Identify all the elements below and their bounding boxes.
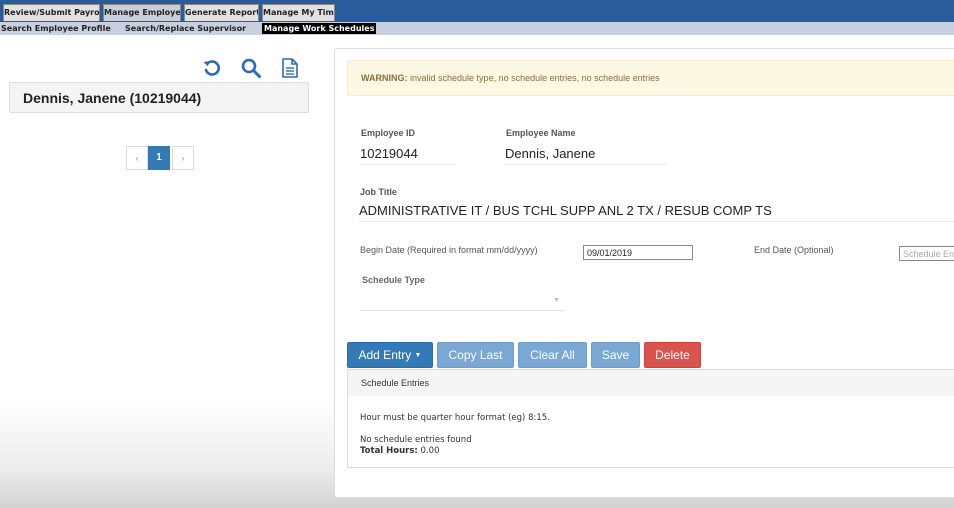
employee-name-value: Dennis, Janene xyxy=(505,146,667,165)
clear-all-button[interactable]: Clear All xyxy=(518,342,587,368)
schedule-type-label: Schedule Type xyxy=(362,275,425,285)
schedule-type-select[interactable]: ▼ xyxy=(360,292,565,311)
sub-nav-bar: Search Employee Profile Search/Replace S… xyxy=(0,22,954,35)
warning-message: invalid schedule type, no schedule entri… xyxy=(410,73,660,83)
schedule-entries-header: Schedule Entries xyxy=(347,369,954,397)
job-title-label: Job Title xyxy=(360,187,397,197)
quarter-hour-hint: Hour must be quarter hour format (eg) 8:… xyxy=(360,413,550,423)
sub-link-manage-work-schedules[interactable]: Manage Work Schedules xyxy=(262,23,377,34)
begin-date-input[interactable] xyxy=(583,245,693,260)
end-date-input[interactable] xyxy=(899,246,954,261)
end-date-label: End Date (Optional) xyxy=(754,245,834,255)
tab-manage-my-time[interactable]: Manage My Time xyxy=(262,4,335,21)
employee-card[interactable]: Dennis, Janene (10219044) xyxy=(9,82,309,113)
pagination-next-button[interactable]: › xyxy=(172,146,194,170)
search-icon[interactable] xyxy=(240,57,262,79)
tab-manage-employee[interactable]: Manage Employee xyxy=(103,4,181,21)
refresh-icon[interactable] xyxy=(201,57,223,79)
no-entries-message: No schedule entries found xyxy=(360,435,472,445)
employee-name-label: Employee Name xyxy=(506,128,576,138)
employee-id-value: 10219044 xyxy=(360,146,456,165)
tab-review-submit-payroll[interactable]: Review/Submit Payroll xyxy=(3,4,100,21)
total-hours-value: 0.00 xyxy=(420,446,440,456)
sub-link-search-replace-supervisor[interactable]: Search/Replace Supervisor xyxy=(125,23,246,34)
warning-alert: WARNING: invalid schedule type, no sched… xyxy=(347,60,954,96)
employee-id-label: Employee ID xyxy=(361,128,416,138)
job-title-value: ADMINISTRATIVE IT / BUS TCHL SUPP ANL 2 … xyxy=(359,203,954,222)
schedule-entries-body xyxy=(347,396,954,468)
add-entry-button[interactable]: Add Entry ▼ xyxy=(347,342,433,368)
delete-button[interactable]: Delete xyxy=(644,342,701,368)
chevron-down-icon: ▼ xyxy=(553,297,560,304)
warning-prefix: WARNING: xyxy=(361,73,408,83)
total-hours-label: Total Hours: xyxy=(360,446,418,456)
pagination-prev-button[interactable]: ‹ xyxy=(126,146,148,170)
top-nav-bar: Review/Submit Payroll Manage Employee Ge… xyxy=(0,0,954,22)
begin-date-label: Begin Date (Required in format mm/dd/yyy… xyxy=(360,245,538,255)
save-button[interactable]: Save xyxy=(591,342,640,368)
add-entry-label: Add Entry xyxy=(358,348,412,362)
tab-generate-reports[interactable]: Generate Reports xyxy=(184,4,259,21)
sub-link-search-employee-profile[interactable]: Search Employee Profile xyxy=(1,23,111,34)
document-icon[interactable] xyxy=(279,57,301,79)
copy-last-button[interactable]: Copy Last xyxy=(437,342,514,368)
total-hours: Total Hours: 0.00 xyxy=(360,446,439,456)
pagination-page-1[interactable]: 1 xyxy=(148,146,170,170)
caret-down-icon: ▼ xyxy=(414,351,422,359)
